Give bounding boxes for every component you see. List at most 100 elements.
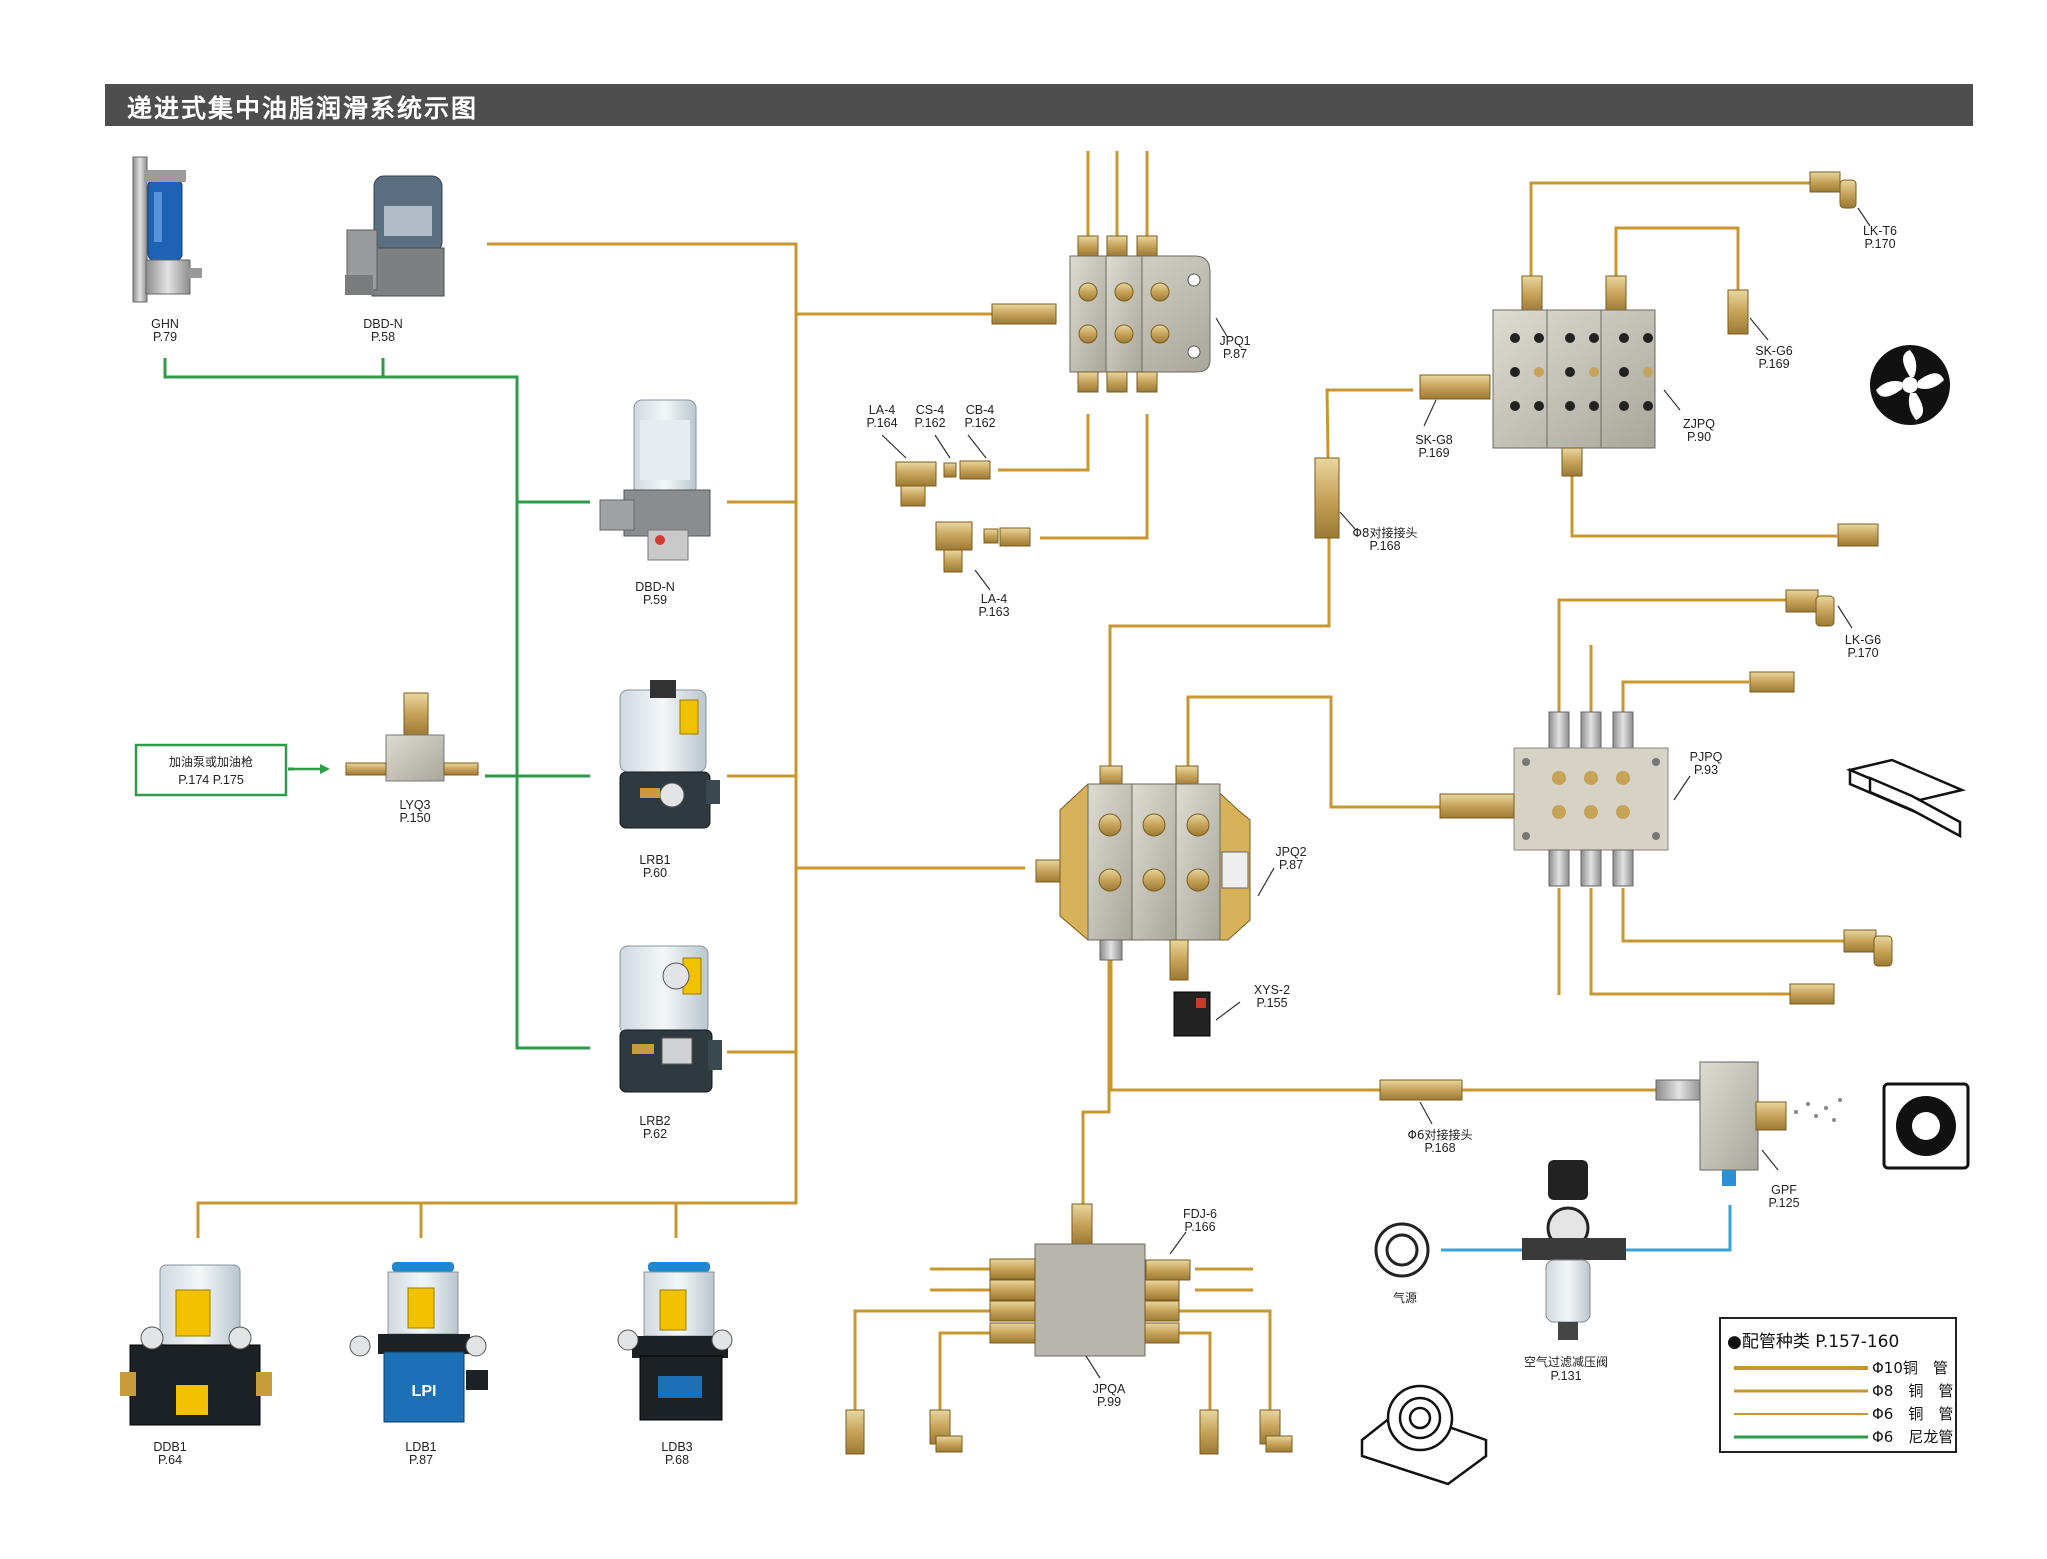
- phi8-joint-page: P.168: [1369, 539, 1400, 553]
- zjpq-outlet-fitting[interactable]: [1837, 523, 1879, 547]
- legend-item-phi8: Φ8 铜 管: [1872, 1382, 1953, 1400]
- jpq1-label: JPQ1: [1219, 334, 1250, 348]
- pjpq-outlet-elbow[interactable]: [1843, 929, 1893, 967]
- jpqa-outlet-3[interactable]: [1199, 1409, 1219, 1455]
- nylon-pipes: [163, 358, 590, 1050]
- ldb3-page: P.68: [665, 1453, 689, 1467]
- cb4-page: P.162: [964, 416, 995, 430]
- ldb3-label: LDB3: [661, 1440, 692, 1454]
- ghn-page: P.79: [153, 330, 177, 344]
- pjpq-outlet-fitting[interactable]: [1789, 983, 1835, 1005]
- ddb1-label: DDB1: [153, 1440, 186, 1454]
- xys2-switch[interactable]: XYS-2 P.155: [1173, 983, 1290, 1037]
- pjpq-top-fitting[interactable]: [1749, 671, 1795, 693]
- lrb2-pump[interactable]: LRB2 P.62: [619, 945, 722, 1141]
- xys2-label: XYS-2: [1254, 983, 1290, 997]
- lk-t6-page: P.170: [1864, 237, 1895, 251]
- sk-g8-label: SK-G8: [1415, 433, 1453, 447]
- lk-g6-elbow[interactable]: LK-G6 P.170: [1785, 589, 1881, 660]
- lrb1-pump[interactable]: LRB1 P.60: [619, 680, 720, 880]
- jpq1-distributor[interactable]: JPQ1 P.87: [991, 235, 1251, 393]
- dbd-n-59-label: DBD-N: [635, 580, 675, 594]
- fill-arrow: [290, 764, 330, 774]
- lrb2-page: P.62: [643, 1127, 667, 1141]
- lk-t6-elbow[interactable]: LK-T6 P.170: [1809, 171, 1897, 251]
- bearing-ring-icon: [1882, 1082, 1970, 1170]
- dbd-n-59-page: P.59: [643, 593, 667, 607]
- jpq2-distributor[interactable]: JPQ2 P.87: [1035, 765, 1307, 981]
- air-source-label: 气源: [1393, 1290, 1417, 1305]
- ddb1-pump[interactable]: DDB1 P.64: [120, 1264, 272, 1467]
- phi6-joint[interactable]: Φ6对接接头 P.168: [1379, 1079, 1473, 1155]
- pjpq-page: P.93: [1694, 763, 1718, 777]
- zjpq-page: P.90: [1687, 430, 1711, 444]
- ldb1-label: LDB1: [405, 1440, 436, 1454]
- ghn-pump[interactable]: GHN P.79: [132, 156, 202, 344]
- jpq2-page: P.87: [1279, 858, 1303, 872]
- ghn-label: GHN: [151, 317, 179, 331]
- legend-item-phi6-copper: Φ6 铜 管: [1872, 1405, 1953, 1423]
- jpqa-outlet-2[interactable]: [929, 1409, 963, 1453]
- lyq3-page: P.150: [399, 811, 430, 825]
- lk-g6-page: P.170: [1847, 646, 1878, 660]
- jpqa-page: P.99: [1097, 1395, 1121, 1409]
- dbd-n-pump-58[interactable]: DBD-N P.58: [345, 175, 445, 344]
- legend-title: ●配管种类 P.157-160: [1727, 1332, 1899, 1352]
- gpf-page: P.125: [1768, 1196, 1799, 1210]
- ldb1-page: P.87: [409, 1453, 433, 1467]
- jpqa-outlet-4[interactable]: [1259, 1409, 1293, 1453]
- lubrication-system-diagram: GHN P.79 DBD-N P.58 DBD-N P.59 LRB1 P.60: [120, 151, 1970, 1486]
- la4-tee-163[interactable]: LA-4 P.163: [935, 521, 1031, 619]
- phi6-joint-label: Φ6对接接头: [1407, 1127, 1472, 1142]
- lrb1-page: P.60: [643, 866, 667, 880]
- la4-163-label: LA-4: [981, 592, 1007, 606]
- cs4-page: P.162: [914, 416, 945, 430]
- linear-guide-icon: [1846, 758, 1966, 839]
- lyq3-label: LYQ3: [399, 798, 430, 812]
- air-filter-page: P.131: [1550, 1369, 1581, 1383]
- ldb1-pump[interactable]: LPI LDB1 P.87: [349, 1262, 488, 1467]
- lrb1-label: LRB1: [639, 853, 670, 867]
- gpf-spray-valve[interactable]: GPF P.125: [1655, 1061, 1842, 1210]
- dbd-n-pump-59[interactable]: DBD-N P.59: [599, 399, 711, 607]
- phi8-joint-label: Φ8对接接头: [1352, 525, 1417, 540]
- sk-g8-fitting[interactable]: SK-G8 P.169: [1415, 374, 1491, 460]
- ldb3-pump[interactable]: LDB3 P.68: [617, 1262, 733, 1467]
- gpf-label: GPF: [1771, 1183, 1797, 1197]
- jpq1-page: P.87: [1223, 347, 1247, 361]
- cb4-label: CB-4: [966, 403, 995, 417]
- lyq3-valve[interactable]: LYQ3 P.150: [345, 692, 479, 825]
- cb4-fitting[interactable]: CB-4 P.162: [959, 403, 996, 480]
- jpqa-outlet-1[interactable]: [845, 1409, 865, 1455]
- zjpq-distributor[interactable]: ZJPQ P.90: [1492, 275, 1715, 477]
- pjpq-label: PJPQ: [1690, 750, 1723, 764]
- fdj6-page: P.166: [1184, 1220, 1215, 1234]
- air-source[interactable]: 气源: [1374, 1222, 1430, 1305]
- air-filter-regulator[interactable]: 空气过滤减压阀 P.131: [1522, 1160, 1626, 1383]
- fill-pump-box[interactable]: 加油泵或加油枪 P.174 P.175: [134, 743, 288, 797]
- sk-g6-page: P.169: [1758, 357, 1789, 371]
- dbd-n-58-page: P.58: [371, 330, 395, 344]
- la4-163-page: P.163: [978, 605, 1009, 619]
- air-filter-label: 空气过滤减压阀: [1524, 1354, 1608, 1369]
- fill-box-page: P.174 P.175: [178, 773, 244, 787]
- ddb1-page: P.64: [158, 1453, 182, 1467]
- jpqa-distributor[interactable]: JPQA P.99: [989, 1203, 1180, 1409]
- fdj6-label: FDJ-6: [1183, 1207, 1217, 1221]
- sk-g6-fitting[interactable]: SK-G6 P.169: [1727, 289, 1793, 371]
- jpq2-label: JPQ2: [1275, 845, 1306, 859]
- lrb2-label: LRB2: [639, 1114, 670, 1128]
- cs4-label: CS-4: [916, 403, 945, 417]
- la4-164-label: LA-4: [869, 403, 895, 417]
- lk-t6-label: LK-T6: [1863, 224, 1897, 238]
- pjpq-distributor[interactable]: PJPQ P.93: [1439, 711, 1723, 887]
- pillow-block-icon: [1360, 1384, 1488, 1486]
- la4-164-page: P.164: [866, 416, 897, 430]
- zjpq-label: ZJPQ: [1683, 417, 1715, 431]
- phi6-joint-page: P.168: [1424, 1141, 1455, 1155]
- pipe-legend: ●配管种类 P.157-160 Φ10铜 管 Φ8 铜 管 Φ6 铜 管 Φ6 …: [1719, 1317, 1957, 1453]
- legend-item-phi10: Φ10铜 管: [1872, 1359, 1948, 1377]
- sk-g6-label: SK-G6: [1755, 344, 1793, 358]
- xys2-page: P.155: [1256, 996, 1287, 1010]
- fan-icon: [1870, 345, 1950, 425]
